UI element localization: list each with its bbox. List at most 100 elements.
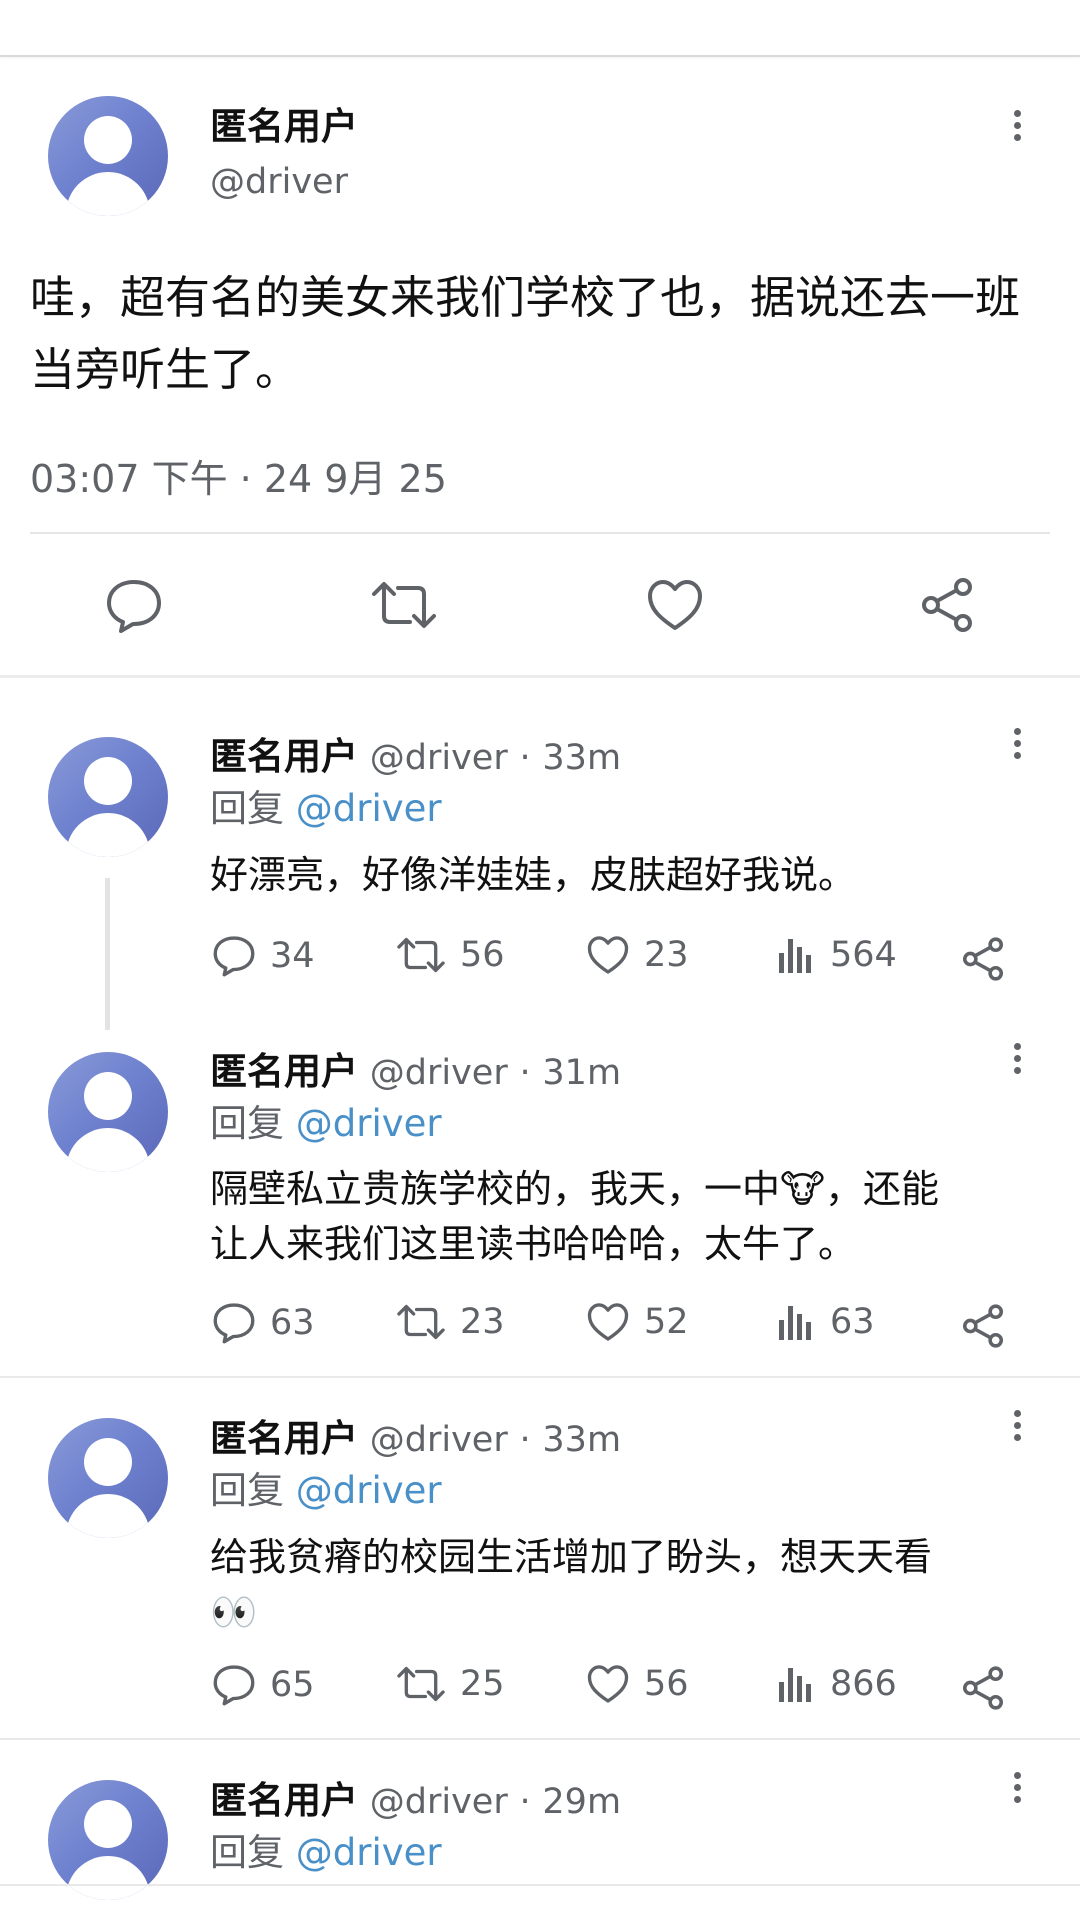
separator-dot: ·	[519, 738, 531, 778]
reply-count-button[interactable]: 63	[212, 1302, 315, 1344]
reply-icon[interactable]	[105, 578, 163, 634]
reply-text: 好漂亮，好像洋娃娃，皮肤超好我说。	[210, 853, 857, 897]
avatar-body	[66, 813, 150, 857]
more-options-icon[interactable]	[1010, 1410, 1024, 1446]
reply-text-line: 给我贫瘠的校园生活增加了盼头，想天天看	[210, 1535, 933, 1579]
avatar[interactable]	[48, 1418, 168, 1538]
more-options-icon[interactable]	[1010, 1043, 1024, 1079]
reply-label: 回复	[210, 1102, 284, 1145]
avatar-body	[66, 1128, 150, 1172]
retweet-count-button[interactable]: 56	[396, 935, 505, 975]
view-count-button[interactable]: 564	[776, 935, 897, 975]
reply-icon	[213, 1303, 255, 1344]
avatar-body	[66, 172, 150, 216]
share-icon[interactable]	[918, 576, 976, 634]
avatar[interactable]	[48, 96, 168, 216]
avatar-head	[84, 1800, 132, 1848]
separator-dot: ·	[519, 1053, 531, 1093]
avatar[interactable]	[48, 1780, 168, 1900]
reply-to-line: 回复 @driver	[210, 1093, 442, 1147]
like-count: 52	[644, 1302, 689, 1342]
view-count: 564	[830, 935, 897, 975]
mention-link[interactable]: @driver	[296, 1831, 442, 1874]
more-options-icon[interactable]	[1010, 110, 1024, 146]
avatar-body	[66, 1494, 150, 1538]
like-icon[interactable]	[646, 578, 704, 632]
reply-icon	[213, 936, 255, 977]
retweet-icon	[397, 937, 445, 973]
avatar-head	[84, 1072, 132, 1120]
mention-link[interactable]: @driver	[296, 1102, 442, 1145]
reply-count: 34	[270, 936, 315, 976]
thread-line	[105, 878, 110, 1030]
views-icon	[779, 1668, 811, 1702]
view-count: 866	[830, 1664, 897, 1704]
reply-divider	[0, 1738, 1080, 1740]
post-text: 哇，超有名的美女来我们学校了也，据说还去一班当旁听生了。	[30, 271, 1021, 396]
reply-header: 匿名用户 @driver · 33m	[210, 726, 621, 780]
section-divider	[0, 675, 1080, 678]
bottom-divider	[0, 1884, 1080, 1886]
like-count: 56	[644, 1664, 689, 1704]
author-name[interactable]: 匿名用户	[210, 1779, 358, 1822]
reply-count-button[interactable]: 34	[212, 935, 315, 977]
views-icon	[779, 1306, 811, 1340]
avatar-head	[84, 1438, 132, 1486]
reply-count-button[interactable]: 65	[212, 1664, 315, 1706]
post-timestamp: 03:07 下午 · 24 9月 25	[30, 457, 447, 501]
author-handle[interactable]: @driver	[210, 162, 348, 202]
share-icon[interactable]	[960, 1303, 1006, 1349]
reply-header: 匿名用户 @driver · 31m	[210, 1041, 621, 1095]
separator-dot: ·	[519, 1782, 531, 1822]
retweet-icon	[397, 1666, 445, 1702]
author-handle[interactable]: @driver	[370, 1053, 508, 1093]
retweet-count-button[interactable]: 23	[396, 1302, 505, 1342]
author-name[interactable]: 匿名用户	[210, 1417, 358, 1460]
more-options-icon[interactable]	[1010, 728, 1024, 764]
top-bar	[0, 0, 1080, 57]
separator-dot: ·	[519, 1420, 531, 1460]
share-icon[interactable]	[960, 1665, 1006, 1711]
view-count-button[interactable]: 866	[776, 1664, 897, 1704]
reply-text-line: 隔壁私立贵族学校的，我天，一中🐮，还能	[210, 1167, 939, 1211]
reply-count: 63	[270, 1303, 315, 1343]
reply-header: 匿名用户 @driver · 29m	[210, 1770, 621, 1824]
share-icon[interactable]	[960, 936, 1006, 982]
avatar-head	[84, 116, 132, 164]
avatar[interactable]	[48, 737, 168, 857]
author-name[interactable]: 匿名用户	[210, 96, 358, 150]
reply-to-line: 回复 @driver	[210, 778, 442, 832]
mention-link[interactable]: @driver	[296, 787, 442, 830]
like-icon	[587, 936, 629, 974]
mention-link[interactable]: @driver	[296, 1469, 442, 1512]
post-time: 33m	[542, 738, 622, 778]
views-icon	[779, 939, 811, 973]
post-time: 31m	[542, 1053, 622, 1093]
reply-divider	[0, 1376, 1080, 1378]
avatar[interactable]	[48, 1052, 168, 1172]
author-handle[interactable]: @driver	[370, 738, 508, 778]
author-handle[interactable]: @driver	[370, 1420, 508, 1460]
like-count: 23	[644, 935, 689, 975]
like-count-button[interactable]: 23	[586, 935, 689, 975]
author-name[interactable]: 匿名用户	[210, 1050, 358, 1093]
like-count-button[interactable]: 52	[586, 1302, 689, 1342]
post-time: 29m	[542, 1782, 622, 1822]
view-count: 63	[830, 1302, 875, 1342]
retweet-count-button[interactable]: 25	[396, 1664, 505, 1704]
reply-icon	[213, 1665, 255, 1706]
reply-text-line: 让人来我们这里读书哈哈哈，太牛了。	[210, 1222, 857, 1266]
reply-count: 65	[270, 1665, 315, 1705]
reply-label: 回复	[210, 787, 284, 830]
retweet-icon	[397, 1304, 445, 1340]
author-handle[interactable]: @driver	[370, 1782, 508, 1822]
reply-text: 隔壁私立贵族学校的，我天，一中🐮，还能 让人来我们这里读书哈哈哈，太牛了。	[210, 1162, 1030, 1272]
like-count-button[interactable]: 56	[586, 1664, 689, 1704]
more-options-icon[interactable]	[1010, 1772, 1024, 1808]
reply-header: 匿名用户 @driver · 33m	[210, 1408, 621, 1462]
author-name[interactable]: 匿名用户	[210, 735, 358, 778]
reply-text-line: 👀	[210, 1590, 258, 1634]
retweet-icon[interactable]	[370, 580, 438, 630]
retweet-count: 23	[460, 1302, 505, 1342]
view-count-button[interactable]: 63	[776, 1302, 875, 1342]
